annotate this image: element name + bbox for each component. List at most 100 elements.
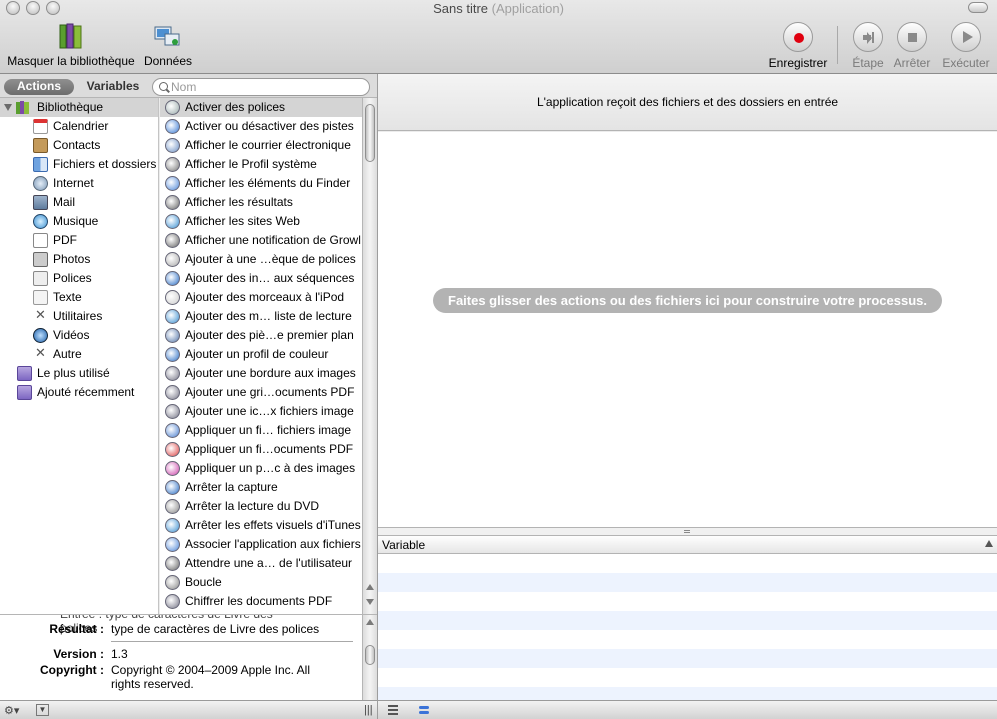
smart-folder-item[interactable]: Ajouté récemment [0,383,158,402]
action-item[interactable]: Chiffrer les documents PDF [160,592,362,611]
action-icon [165,385,180,400]
smart-folder-label: Ajouté récemment [37,385,135,399]
table-row [378,554,997,573]
library-item[interactable]: ✕ Utilitaires [0,307,158,326]
scroll-down-arrow-icon[interactable] [366,599,374,605]
library-item[interactable]: Calendrier [0,117,158,136]
toolbar-toggle-button[interactable] [968,2,988,13]
gear-menu-icon[interactable]: ⚙▾ [4,704,19,717]
library-item-label: Fichiers et dossiers [53,157,157,171]
calendar-icon [33,119,48,134]
sort-ascending-icon[interactable] [985,540,993,547]
other-icon: ✕ [35,345,46,360]
disclosure-triangle-icon[interactable] [4,104,12,111]
action-item[interactable]: Activer ou désactiver des pistes [160,117,362,136]
library-item-label: PDF [53,233,77,247]
tab-variables[interactable]: Variables [78,79,148,95]
run-icon [951,22,981,52]
action-item[interactable]: Afficher une notification de Growl [160,231,362,250]
action-item[interactable]: Activer des polices [160,98,362,117]
splitter-grip-icon[interactable] [684,530,690,533]
hide-library-button[interactable]: Masquer la bibliothèque [6,22,136,68]
description-scrollbar[interactable] [362,615,377,700]
action-item[interactable]: Associer l'application aux fichiers [160,535,362,554]
action-icon [165,556,180,571]
action-item[interactable]: Afficher les sites Web [160,212,362,231]
action-item[interactable]: Arrêter la capture [160,478,362,497]
action-item-label: Ajouter une gri…ocuments PDF [185,385,355,399]
action-item-label: Ajouter des m… liste de lecture [185,309,352,323]
scroll-up-arrow-icon[interactable] [366,619,374,625]
library-item[interactable]: Internet [0,174,158,193]
description-divider [111,641,353,642]
library-item-label: Polices [53,271,92,285]
library-item-label: Musique [53,214,99,228]
actions-scrollbar[interactable] [362,98,377,614]
library-item-label: Internet [53,176,94,190]
action-item[interactable]: Afficher le Profil système [160,155,362,174]
workflow-splitter[interactable] [378,528,997,536]
library-item[interactable]: Musique [0,212,158,231]
action-item[interactable]: Attendre une a… de l'utilisateur [160,554,362,573]
action-item[interactable]: Ajouter des in… aux séquences [160,269,362,288]
toggle-description-icon[interactable]: ▼ [36,704,49,716]
variable-column-header[interactable]: Variable [382,538,425,552]
library-item[interactable]: Contacts [0,136,158,155]
record-button[interactable]: Enregistrer [766,22,830,70]
search-input[interactable] [152,78,370,96]
library-item[interactable]: Polices [0,269,158,288]
actions-scroll-thumb[interactable] [365,104,375,162]
action-item[interactable]: Appliquer un p…c à des images [160,459,362,478]
resize-handle-icon[interactable]: ||| [364,704,373,716]
stop-button[interactable]: Arrêter [890,22,934,70]
action-item[interactable]: Ajouter à une …èque de polices [160,250,362,269]
mail-icon [33,195,48,210]
action-item[interactable]: Ajouter une gri…ocuments PDF [160,383,362,402]
action-icon [165,480,180,495]
action-item-label: Arrêter les effets visuels d'iTunes [185,518,361,532]
action-item[interactable]: Boucle [160,573,362,592]
library-item[interactable]: Photos [0,250,158,269]
library-item[interactable]: Mail [0,193,158,212]
action-item[interactable]: Ajouter une ic…x fichiers image [160,402,362,421]
scroll-up-arrow-icon[interactable] [366,584,374,590]
run-button[interactable]: Exécuter [940,22,992,70]
action-item[interactable]: Ajouter une bordure aux images [160,364,362,383]
library-tree: Bibliothèque Calendrier Contacts Fichiers … [0,98,159,614]
data-button[interactable]: Données [142,22,194,68]
action-icon [165,119,180,134]
workflow-canvas[interactable]: Faites glisser des actions ou des fichie… [378,132,997,528]
action-icon [165,252,180,267]
library-item[interactable]: Texte [0,288,158,307]
library-item[interactable]: Vidéos [0,326,158,345]
action-item[interactable]: Afficher les résultats [160,193,362,212]
action-item-label: Associer l'application aux fichiers [185,537,361,551]
action-item[interactable]: Ajouter des morceaux à l'iPod [160,288,362,307]
action-item[interactable]: Ajouter un profil de couleur [160,345,362,364]
action-icon [165,138,180,153]
data-icon [154,26,180,46]
smart-folder-item[interactable]: Le plus utilisé [0,364,158,383]
variables-table-header[interactable]: Variable [378,536,997,554]
action-item[interactable]: Arrêter les effets visuels d'iTunes [160,516,362,535]
action-item[interactable]: Appliquer un fi…ocuments PDF [160,440,362,459]
step-button[interactable]: Étape [848,22,888,70]
action-item-label: Afficher le courrier électronique [185,138,351,152]
action-item[interactable]: Afficher les éléments du Finder [160,174,362,193]
action-item[interactable]: Appliquer un fi… fichiers image [160,421,362,440]
library-item[interactable]: Fichiers et dossiers [0,155,158,174]
hide-library-label: Masquer la bibliothèque [7,54,135,68]
action-item[interactable]: Arrêter la lecture du DVD [160,497,362,516]
table-row [378,573,997,592]
action-item[interactable]: Ajouter des m… liste de lecture [160,307,362,326]
list-view-icon[interactable] [385,704,401,716]
tab-actions[interactable]: Actions [4,79,74,95]
action-item[interactable]: Ajouter des piè…e premier plan [160,326,362,345]
action-item-label: Activer ou désactiver des pistes [185,119,354,133]
log-view-icon[interactable] [416,704,432,716]
description-scroll-thumb[interactable] [365,645,375,665]
library-item[interactable]: PDF [0,231,158,250]
library-item[interactable]: ✕ Autre [0,345,158,364]
action-item[interactable]: Afficher le courrier électronique [160,136,362,155]
library-root[interactable]: Bibliothèque [0,98,158,117]
